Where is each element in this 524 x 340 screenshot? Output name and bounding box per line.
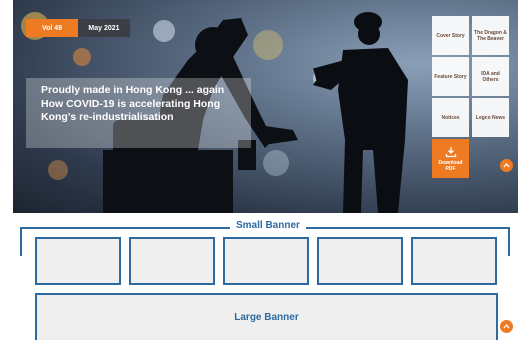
- small-banner-slot[interactable]: [317, 237, 403, 285]
- chevron-up-icon: [503, 162, 510, 168]
- tile-label: Feature Story: [434, 73, 467, 80]
- small-banner-slot[interactable]: [411, 237, 497, 285]
- tile-ida-others[interactable]: IDA and Others: [472, 57, 509, 96]
- volume-tag: Vol 49: [26, 19, 78, 37]
- small-banner-slot[interactable]: [223, 237, 309, 285]
- tile-label: Download PDF: [438, 159, 463, 172]
- tile-label: IDA and Others: [481, 70, 500, 83]
- scroll-up-button[interactable]: [500, 159, 513, 172]
- download-pdf-button[interactable]: Download PDF: [432, 139, 469, 178]
- issue-date-tag: May 2021: [78, 19, 130, 37]
- tile-label: The Dragon & The Beaver: [474, 29, 507, 42]
- tile-notices[interactable]: Notices: [432, 98, 469, 137]
- download-icon: [445, 146, 456, 157]
- small-banner-slot[interactable]: [35, 237, 121, 285]
- scroll-up-button[interactable]: [500, 320, 513, 333]
- small-banner-title: Small Banner: [230, 220, 306, 231]
- tile-label: Cover Story: [436, 32, 465, 39]
- headline[interactable]: Proudly made in Hong Kong ... again How …: [41, 84, 236, 125]
- small-banner-slot[interactable]: [129, 237, 215, 285]
- tile-feature-story[interactable]: Feature Story: [432, 57, 469, 96]
- large-banner-title: Large Banner: [234, 312, 299, 323]
- tile-label: Legco News: [475, 114, 506, 121]
- tile-cover-story[interactable]: Cover Story: [432, 16, 469, 55]
- large-banner-slot[interactable]: Large Banner: [35, 293, 498, 340]
- tile-label: Notices: [441, 114, 460, 121]
- tile-legco-news[interactable]: Legco News: [472, 98, 509, 137]
- chevron-up-icon: [503, 323, 510, 329]
- page: Vol 49 May 2021 Proudly made in Hong Kon…: [0, 0, 524, 340]
- headline-box[interactable]: Proudly made in Hong Kong ... again How …: [26, 78, 251, 148]
- tile-dragon-beaver[interactable]: The Dragon & The Beaver: [472, 16, 509, 55]
